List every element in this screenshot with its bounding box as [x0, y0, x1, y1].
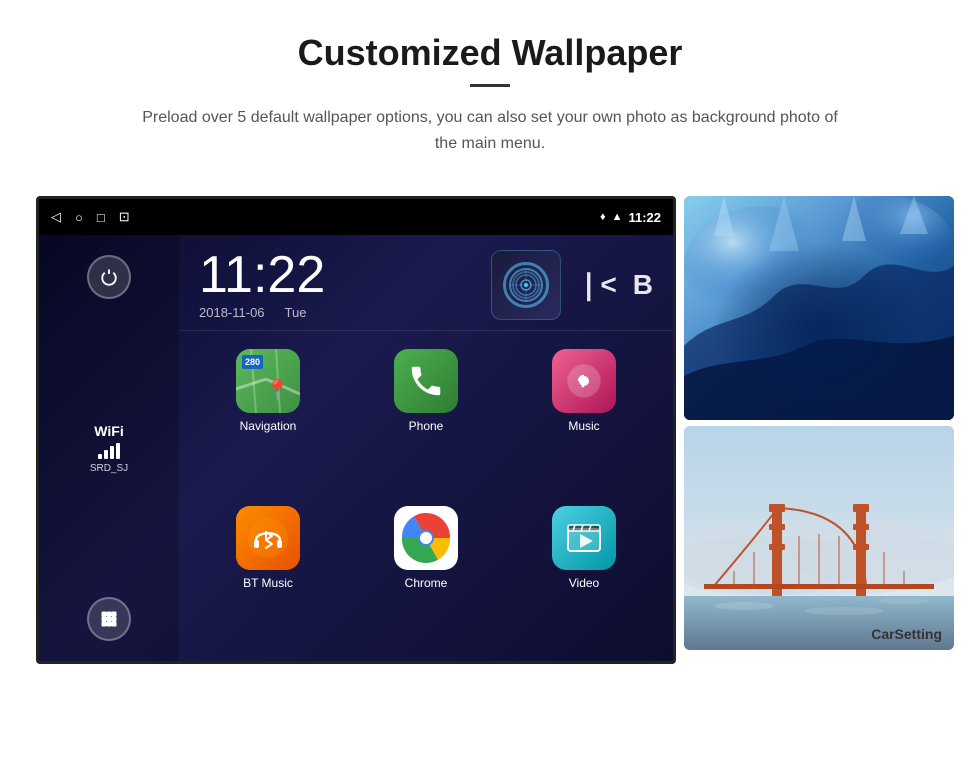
screenshot-icon[interactable]: ⊡ — [119, 209, 130, 225]
kl-widget[interactable]: ❘< — [577, 268, 617, 301]
wifi-bar-1 — [98, 454, 102, 459]
signal-widget[interactable] — [491, 250, 561, 320]
status-bar: ◁ ○ □ ⊡ ♦ ▲ 11:22 — [39, 199, 673, 235]
car-setting-label: CarSetting — [871, 626, 942, 642]
music-icon-inner: ♪ — [552, 349, 616, 413]
clock-display: 11:22 2018-11-06 Tue — [199, 249, 471, 320]
wifi-bars — [90, 443, 128, 459]
svg-text:♪: ♪ — [580, 373, 588, 392]
apps-button[interactable] — [87, 597, 131, 641]
phone-icon — [394, 349, 458, 413]
bt-icon-inner — [236, 506, 300, 570]
wifi-bar-4 — [116, 443, 120, 459]
location-icon: ♦ — [600, 211, 606, 223]
app-item-navigation[interactable]: 280 📍 Navigation — [189, 339, 347, 496]
wifi-ssid: SRD_SJ — [90, 463, 128, 474]
navigation-icon: 280 📍 — [236, 349, 300, 413]
wallpaper-golden-gate[interactable]: CarSetting — [684, 426, 954, 650]
clock-section: 11:22 2018-11-06 Tue — [179, 235, 673, 331]
clock-date: 2018-11-06 Tue — [199, 305, 471, 320]
navigation-label: Navigation — [240, 419, 297, 433]
bt-music-icon — [236, 506, 300, 570]
bt-music-label: BT Music — [243, 576, 293, 590]
power-button[interactable] — [87, 255, 131, 299]
device-frame: ◁ ○ □ ⊡ ♦ ▲ 11:22 WiFi — [36, 196, 676, 664]
status-time: 11:22 — [628, 210, 661, 225]
page-subtitle: Preload over 5 default wallpaper options… — [140, 105, 840, 156]
status-right: ♦ ▲ 11:22 — [600, 210, 661, 225]
golden-gate-svg — [684, 426, 954, 650]
app-item-phone[interactable]: Phone — [347, 339, 505, 496]
home-icon[interactable]: ○ — [75, 210, 83, 225]
chrome-icon — [394, 506, 458, 570]
music-label: Music — [568, 419, 599, 433]
wallpaper-ice-cave[interactable] — [684, 196, 954, 420]
title-divider — [470, 84, 510, 87]
back-icon[interactable]: ◁ — [51, 209, 61, 225]
video-icon-inner — [552, 506, 616, 570]
video-icon — [552, 506, 616, 570]
wallpaper-previews: CarSetting — [676, 196, 946, 650]
wifi-bar-2 — [104, 450, 108, 459]
clock-time: 11:22 — [199, 249, 471, 301]
page-title: Customized Wallpaper — [60, 32, 920, 74]
nav-icon-inner: 280 📍 — [236, 349, 300, 413]
center-content: 11:22 2018-11-06 Tue — [179, 235, 673, 661]
app-item-video[interactable]: Video — [505, 496, 663, 653]
app-item-bt-music[interactable]: BT Music — [189, 496, 347, 653]
nav-icons: ◁ ○ □ ⊡ — [51, 209, 130, 225]
app-item-music[interactable]: ♪ Music — [505, 339, 663, 496]
music-icon: ♪ — [552, 349, 616, 413]
video-label: Video — [569, 576, 599, 590]
chrome-label: Chrome — [405, 576, 448, 590]
ice-cave-svg — [684, 196, 954, 420]
recents-icon[interactable]: □ — [97, 210, 105, 225]
left-sidebar: WiFi SRD_SJ — [39, 235, 179, 661]
wifi-label: WiFi — [90, 423, 128, 439]
app-grid: 280 📍 Navigation Phone — [179, 331, 673, 661]
wifi-bar-3 — [110, 446, 114, 459]
android-body: WiFi SRD_SJ — [39, 235, 673, 661]
chrome-svg-icon — [401, 513, 451, 563]
clock-date-value: 2018-11-06 — [199, 305, 265, 320]
wifi-icon: ▲ — [612, 211, 623, 223]
nav-badge: 280 — [242, 355, 263, 369]
clock-day-value: Tue — [285, 305, 307, 320]
app-item-chrome[interactable]: Chrome — [347, 496, 505, 653]
phone-label: Phone — [409, 419, 444, 433]
widget-icons: ❘< B — [491, 250, 653, 320]
nav-pin-icon: 📍 — [265, 378, 290, 403]
content-area: ◁ ○ □ ⊡ ♦ ▲ 11:22 WiFi — [0, 176, 980, 684]
b-widget[interactable]: B — [633, 269, 653, 301]
wifi-info: WiFi SRD_SJ — [90, 423, 128, 474]
page-header: Customized Wallpaper Preload over 5 defa… — [0, 0, 980, 176]
